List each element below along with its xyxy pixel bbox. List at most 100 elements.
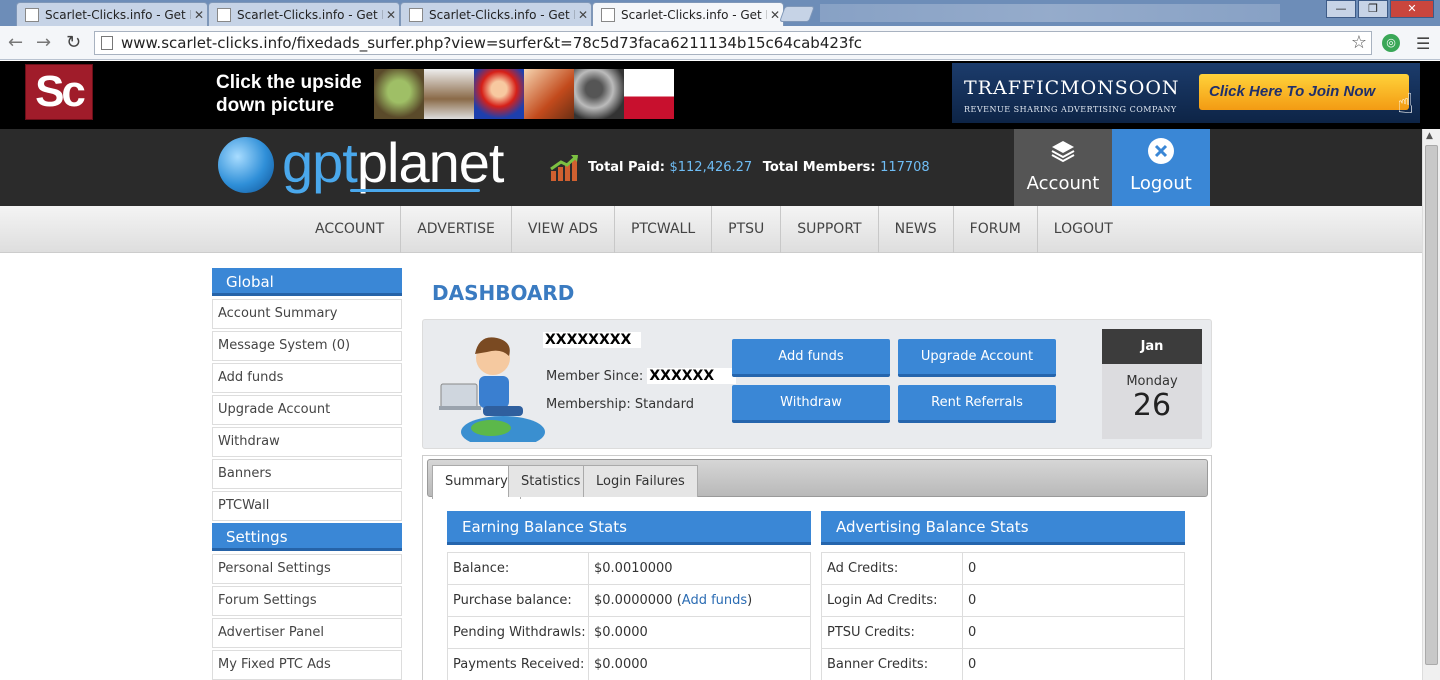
close-icon[interactable]: ✕ xyxy=(383,8,399,22)
close-icon[interactable]: ✕ xyxy=(191,8,207,22)
nav-advertise[interactable]: ADVERTISE xyxy=(401,206,512,253)
nav-ptcwall[interactable]: PTCWALL xyxy=(615,206,713,253)
row-label: Pending Withdrawls: xyxy=(447,616,589,649)
page-scrollbar[interactable]: ▲ xyxy=(1422,129,1440,680)
account-button[interactable]: Account xyxy=(1014,129,1112,206)
captcha-picture[interactable] xyxy=(624,69,674,119)
panel-title: Advertising Balance Stats xyxy=(821,511,1185,545)
minimize-button[interactable]: — xyxy=(1326,0,1356,18)
new-tab-button[interactable] xyxy=(779,6,815,22)
captcha-picture[interactable] xyxy=(574,69,624,119)
row-value: $0.0000 xyxy=(588,648,811,680)
tab-title: Scarlet-Clicks.info - Get Pa xyxy=(621,8,767,22)
background-tabs xyxy=(820,4,1280,22)
account-label: Account xyxy=(1026,173,1100,194)
add-funds-button[interactable]: Add funds xyxy=(732,339,890,377)
row-label: Payments Received: xyxy=(447,648,589,680)
nav-account[interactable]: ACCOUNT xyxy=(299,206,402,253)
nav-forum[interactable]: FORUM xyxy=(954,206,1038,253)
browser-tab[interactable]: Scarlet-Clicks.info - Get Pa ✕ xyxy=(208,2,400,26)
sidebar-item-message-system[interactable]: Message System (0) xyxy=(212,331,402,361)
gptplanet-logo[interactable]: gptplanet xyxy=(282,133,504,193)
table-row: Ad Credits: 0 xyxy=(821,552,1185,585)
site-logo[interactable]: Sc xyxy=(25,64,93,120)
site-header: gptplanet Total Paid: $112,426.27 Total … xyxy=(0,129,1440,206)
profile-card: XXXXXXXX Member Since: XXXXXX Membership… xyxy=(422,319,1212,449)
earning-balance-panel: Earning Balance Stats Balance: $0.001000… xyxy=(447,511,811,680)
traffic-monsoon-ad[interactable]: TRAFFICMONSOON REVENUE SHARING ADVERTISI… xyxy=(952,63,1420,123)
extension-icon[interactable]: ◎ xyxy=(1382,34,1400,52)
captcha-picture[interactable] xyxy=(524,69,574,119)
tab-login-failures[interactable]: Login Failures xyxy=(583,465,698,497)
main-navigation: ACCOUNT ADVERTISE VIEW ADS PTCWALL PTSU … xyxy=(0,206,1440,253)
tab-statistics[interactable]: Statistics xyxy=(508,465,594,497)
logout-button[interactable]: Logout xyxy=(1112,129,1210,206)
maximize-button[interactable]: ❐ xyxy=(1358,0,1388,18)
bookmark-star-icon[interactable]: ☆ xyxy=(1351,32,1367,54)
tab-title: Scarlet-Clicks.info - Get Pa xyxy=(237,7,383,22)
upgrade-account-button[interactable]: Upgrade Account xyxy=(898,339,1056,377)
browser-tab-bar: Scarlet-Clicks.info - Get Pa ✕ Scarlet-C… xyxy=(0,0,1440,27)
globe-icon xyxy=(218,137,274,193)
window-close-button[interactable]: ✕ xyxy=(1390,0,1434,18)
avatar xyxy=(439,337,545,442)
browser-tab[interactable]: Scarlet-Clicks.info - Get Pa ✕ xyxy=(400,2,592,26)
value-text: $0.0000000 ( xyxy=(594,593,682,608)
join-now-button[interactable]: Click Here To Join Now xyxy=(1199,74,1409,110)
calendar-weekday: Monday xyxy=(1126,374,1178,389)
sidebar-item-ptcwall[interactable]: PTCWall xyxy=(212,491,402,521)
menu-icon[interactable]: ☰ xyxy=(1416,34,1430,53)
pointer-hand-icon: ☝ xyxy=(1396,87,1414,120)
panel-title: Earning Balance Stats xyxy=(447,511,811,545)
reload-icon[interactable]: ↻ xyxy=(66,33,81,53)
nav-ptsu[interactable]: PTSU xyxy=(712,206,782,253)
sidebar-item-add-funds[interactable]: Add funds xyxy=(212,363,402,393)
nav-support[interactable]: SUPPORT xyxy=(781,206,879,253)
captcha-picture[interactable] xyxy=(474,69,524,119)
forward-icon[interactable]: → xyxy=(36,33,51,53)
sidebar-item-withdraw[interactable]: Withdraw xyxy=(212,427,402,457)
table-row: Payments Received: $0.0000 xyxy=(447,648,811,680)
sidebar-item-my-fixed-ptc-ads[interactable]: My Fixed PTC Ads xyxy=(212,650,402,680)
calendar-widget: Jan Monday 26 xyxy=(1102,329,1202,439)
sidebar-item-personal-settings[interactable]: Personal Settings xyxy=(212,554,402,584)
captcha-picture[interactable] xyxy=(424,69,474,119)
rent-referrals-button[interactable]: Rent Referrals xyxy=(898,385,1056,423)
row-value: 0 xyxy=(962,584,1185,617)
back-icon[interactable]: ← xyxy=(8,33,23,53)
browser-tab[interactable]: Scarlet-Clicks.info - Get Pa ✕ xyxy=(16,2,208,26)
sidebar-item-banners[interactable]: Banners xyxy=(212,459,402,489)
nav-logout[interactable]: LOGOUT xyxy=(1038,206,1129,253)
calendar-month: Jan xyxy=(1102,329,1202,364)
nav-view-ads[interactable]: VIEW ADS xyxy=(512,206,615,253)
membership-level: Membership: Standard xyxy=(546,397,695,412)
table-row: Banner Credits: 0 xyxy=(821,648,1185,680)
prompt-line: Click the upside xyxy=(216,72,362,93)
captcha-picture[interactable] xyxy=(374,69,424,119)
row-label: Banner Credits: xyxy=(821,648,963,680)
add-funds-link[interactable]: Add funds xyxy=(682,593,747,608)
scroll-up-icon[interactable]: ▲ xyxy=(1426,131,1433,141)
sidebar-item-forum-settings[interactable]: Forum Settings xyxy=(212,586,402,616)
row-value: 0 xyxy=(962,648,1185,680)
window-controls: — ❐ ✕ xyxy=(1324,0,1434,18)
logo-swoosh xyxy=(350,189,480,192)
withdraw-button[interactable]: Withdraw xyxy=(732,385,890,423)
total-paid-value: $112,426.27 xyxy=(669,160,753,175)
scrollbar-thumb[interactable] xyxy=(1425,145,1438,665)
sidebar-item-upgrade-account[interactable]: Upgrade Account xyxy=(212,395,402,425)
address-bar[interactable]: www.scarlet-clicks.info/fixedads_surfer.… xyxy=(94,31,1372,55)
page-title: DASHBOARD xyxy=(432,281,575,305)
browser-tab-active[interactable]: Scarlet-Clicks.info - Get Pa ✕ xyxy=(592,2,784,27)
nav-news[interactable]: NEWS xyxy=(879,206,954,253)
sidebar-item-account-summary[interactable]: Account Summary xyxy=(212,299,402,329)
ad-subtitle: REVENUE SHARING ADVERTISING COMPANY xyxy=(964,105,1177,114)
page-icon xyxy=(601,8,615,22)
sidebar-item-advertiser-panel[interactable]: Advertiser Panel xyxy=(212,618,402,648)
prompt-line: down picture xyxy=(216,95,335,116)
member-since-value: XXXXXX xyxy=(647,368,737,384)
row-label: Purchase balance: xyxy=(447,584,589,617)
stats-tabs-container: Summary Statistics Login Failures Earnin… xyxy=(422,455,1212,680)
table-row: Balance: $0.0010000 xyxy=(447,552,811,585)
close-icon[interactable]: ✕ xyxy=(575,8,591,22)
